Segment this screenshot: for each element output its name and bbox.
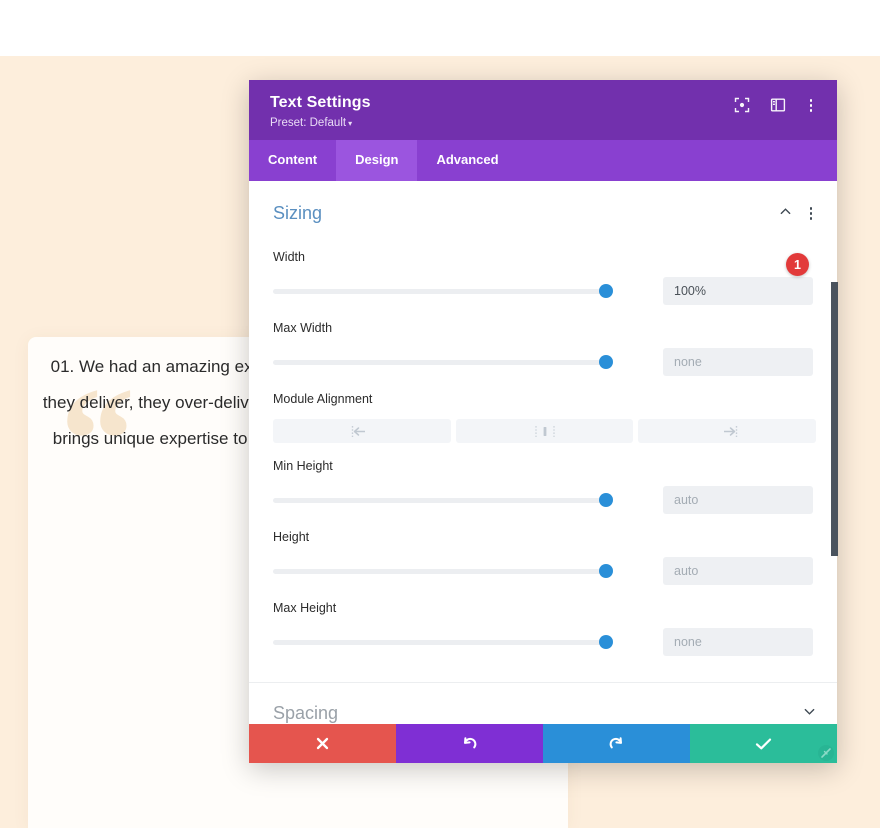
section-header-spacing[interactable]: Spacing	[249, 683, 837, 724]
field-max-height: Max Height	[249, 601, 837, 656]
field-label-module-alignment: Module Alignment	[273, 392, 373, 406]
section-actions-spacing	[803, 705, 816, 723]
text-settings-modal[interactable]: Text Settings Preset: Default ▾ Content …	[249, 80, 837, 763]
modal-header-actions	[734, 93, 817, 114]
slider-thumb[interactable]	[599, 355, 613, 369]
slider-track	[273, 497, 611, 503]
close-button[interactable]	[249, 724, 396, 763]
preset-selector[interactable]: Preset: Default ▾	[270, 117, 371, 129]
field-row-height	[273, 557, 816, 585]
field-row-max-width	[273, 348, 816, 376]
chevron-up-icon[interactable]	[779, 205, 792, 223]
field-max-width: Max Width	[249, 321, 837, 376]
section-header-sizing[interactable]: Sizing	[249, 181, 837, 234]
input-max-height[interactable]	[663, 628, 813, 656]
preset-label: Preset: Default	[270, 117, 347, 129]
checkmark-icon	[755, 737, 772, 749]
slider-min-height[interactable]	[273, 491, 613, 509]
redo-button[interactable]	[543, 724, 690, 763]
input-max-width[interactable]	[663, 348, 813, 376]
slider-track	[273, 359, 611, 365]
panel-layout-icon[interactable]	[770, 97, 786, 113]
field-label-max-height: Max Height	[273, 601, 337, 615]
modal-title: Text Settings	[270, 94, 371, 111]
modal-scrollbar[interactable]	[831, 282, 838, 556]
field-label-width: Width	[273, 250, 305, 264]
slider-track	[273, 639, 611, 645]
modal-header-titles: Text Settings Preset: Default ▾	[270, 93, 371, 129]
chevron-down-icon[interactable]	[803, 705, 816, 723]
step-badge: 1	[786, 253, 809, 276]
slider-thumb[interactable]	[599, 493, 613, 507]
align-left-icon[interactable]	[273, 419, 451, 443]
slider-track	[273, 288, 611, 294]
field-height: Height	[249, 530, 837, 585]
section-actions-sizing	[779, 205, 817, 223]
input-width[interactable]	[663, 277, 813, 305]
slider-height[interactable]	[273, 562, 613, 580]
field-label-max-width: Max Width	[273, 321, 333, 335]
more-vertical-icon[interactable]	[806, 97, 817, 114]
undo-button[interactable]	[396, 724, 543, 763]
slider-track	[273, 568, 611, 574]
resize-handle-icon[interactable]	[811, 738, 835, 762]
modal-footer	[249, 724, 837, 763]
field-label-min-height: Min Height	[273, 459, 333, 473]
page-top-band	[0, 0, 880, 56]
field-width: Width	[249, 250, 837, 305]
field-row-max-height	[273, 628, 816, 656]
undo-icon	[464, 737, 477, 749]
section-title-sizing: Sizing	[273, 203, 323, 223]
modal-tabs: Content Design Advanced	[249, 140, 837, 181]
focus-target-icon[interactable]	[734, 97, 750, 113]
slider-thumb[interactable]	[599, 635, 613, 649]
align-right-icon[interactable]	[638, 419, 817, 443]
slider-max-height[interactable]	[273, 633, 613, 651]
align-center-icon[interactable]	[455, 419, 634, 443]
more-vertical-icon[interactable]	[806, 205, 817, 222]
field-label-height: Height	[273, 530, 310, 544]
slider-width[interactable]	[273, 282, 613, 300]
tab-design[interactable]: Design	[336, 140, 418, 181]
modal-body: Sizing Width 100% Max Width none Module …	[249, 181, 837, 724]
section-title-spacing: Spacing	[273, 703, 339, 723]
tab-content[interactable]: Content	[249, 140, 336, 181]
chevron-down-icon: ▾	[348, 119, 353, 128]
field-row-min-height	[273, 486, 816, 514]
input-min-height[interactable]	[663, 486, 813, 514]
field-row-width	[273, 277, 816, 305]
tab-advanced[interactable]: Advanced	[417, 140, 517, 181]
slider-max-width[interactable]	[273, 353, 613, 371]
module-alignment-group	[273, 419, 817, 443]
field-min-height: Min Height	[249, 459, 837, 514]
slider-thumb[interactable]	[599, 564, 613, 578]
slider-thumb[interactable]	[599, 284, 613, 298]
modal-header: Text Settings Preset: Default ▾	[249, 80, 837, 140]
field-module-alignment: Module Alignment	[249, 392, 837, 443]
input-height[interactable]	[663, 557, 813, 585]
redo-icon	[609, 737, 622, 749]
close-icon	[316, 737, 329, 750]
